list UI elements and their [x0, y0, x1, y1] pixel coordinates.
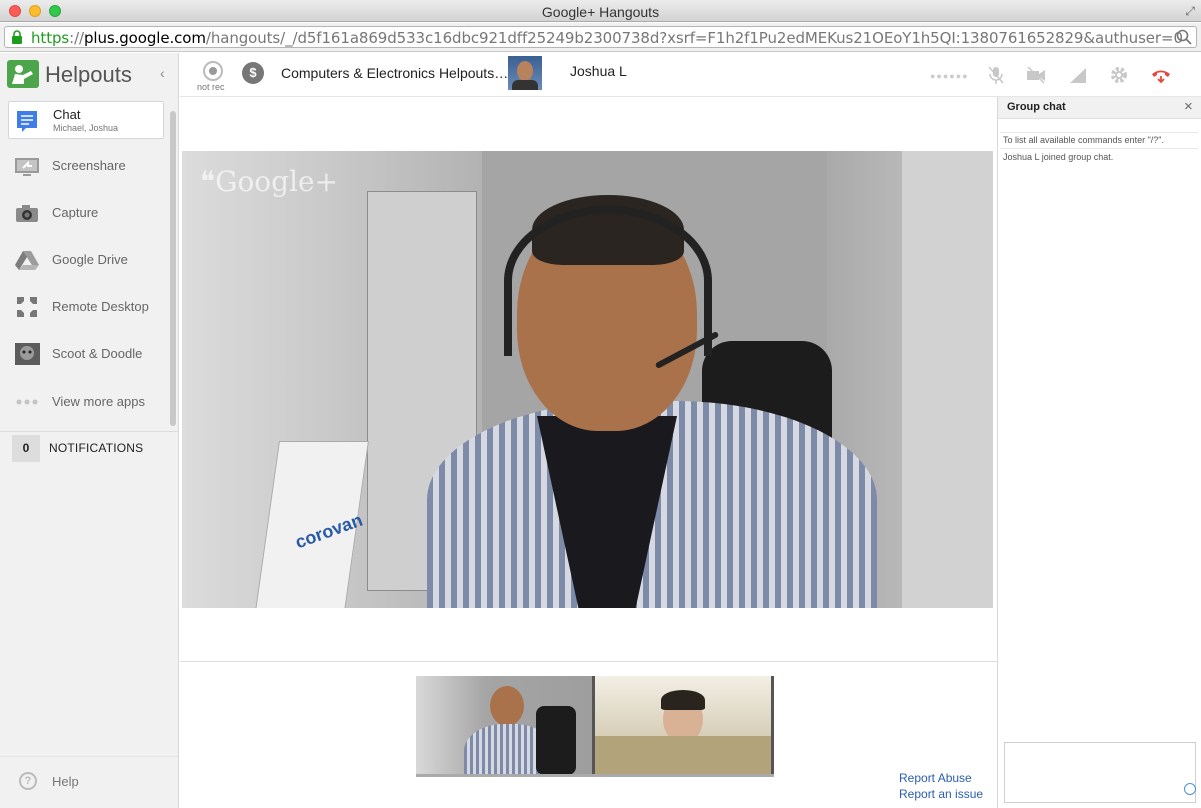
record-icon[interactable] [203, 61, 223, 81]
chat-message: Joshua L joined group chat. [1003, 152, 1114, 162]
participant-thumbnail[interactable] [416, 676, 592, 775]
search-icon[interactable] [1176, 29, 1192, 45]
participant-name: Joshua L [570, 63, 627, 79]
video-stage: corovan ❝Google+ Report Abuse Report an … [180, 97, 997, 808]
headset [504, 206, 712, 356]
message-divider [1000, 132, 1198, 133]
participant-thumbnail[interactable] [595, 676, 771, 775]
sidebar-item-label: Capture [52, 205, 99, 220]
chat-title: Group chat [1007, 101, 1066, 113]
url-scheme: https [31, 29, 70, 47]
payment-icon[interactable]: $ [242, 62, 264, 84]
hang-up-icon[interactable] [1150, 64, 1172, 86]
message-divider [1000, 148, 1198, 149]
sidebar-item-google-drive[interactable]: Google Drive [8, 241, 164, 279]
connection-dots-icon: ●●●●●● [930, 71, 969, 81]
chat-icon [17, 111, 37, 132]
chat-message: To list all available commands enter "/?… [1003, 135, 1164, 145]
fullscreen-icon[interactable]: ⤢ [1185, 4, 1195, 19]
apps-sidebar: Helpouts ‹ Chat Michael, Joshua Screensh… [0, 53, 179, 808]
filmstrip-bar [416, 774, 774, 777]
sidebar-scrollbar[interactable] [170, 111, 176, 426]
brand-name: Helpouts [45, 62, 132, 87]
thumb-face [490, 686, 524, 726]
google-drive-icon [15, 251, 39, 270]
report-issue-link[interactable]: Report an issue [899, 787, 983, 801]
url-text: https://plus.google.com/hangouts/_/d5f16… [31, 29, 1183, 47]
watermark-text: Google+ [215, 165, 339, 198]
sidebar-bottom-divider [0, 756, 179, 757]
thumb-hair [661, 690, 705, 710]
notifications-count-badge[interactable]: 0 [12, 435, 40, 462]
thumb-couch [595, 736, 771, 775]
screenshare-icon [15, 158, 39, 176]
record-status-label: not rec [197, 82, 225, 92]
help-icon[interactable]: ? [19, 772, 37, 790]
address-bar: https://plus.google.com/hangouts/_/d5f16… [0, 23, 1201, 52]
call-title: Computers & Electronics Helpouts… [281, 65, 509, 81]
main-video-feed[interactable]: corovan ❝Google+ [182, 151, 993, 608]
emoji-icon[interactable] [1184, 783, 1196, 795]
thumb-chair [536, 706, 576, 775]
close-icon[interactable]: × [1184, 98, 1193, 115]
collapse-sidebar-icon[interactable]: ‹ [160, 65, 165, 81]
bandwidth-icon[interactable] [1067, 64, 1089, 86]
help-link[interactable]: Help [52, 774, 79, 789]
notifications-label[interactable]: NOTIFICATIONS [49, 441, 143, 455]
sidebar-item-remote-desktop[interactable]: Remote Desktop [8, 288, 164, 326]
chat-header: Group chat × [998, 97, 1201, 119]
lock-icon [12, 30, 22, 44]
sidebar-item-chat[interactable]: Chat Michael, Joshua [8, 101, 164, 139]
report-abuse-link[interactable]: Report Abuse [899, 771, 972, 785]
google-plus-watermark: ❝Google+ [200, 165, 338, 198]
call-toolbar: not rec $ Computers & Electronics Helpou… [180, 53, 1201, 97]
sidebar-item-sublabel: Michael, Joshua [53, 123, 119, 133]
hangouts-quote-icon: ❝ [200, 165, 216, 198]
sidebar-item-screenshare[interactable]: Screenshare [8, 147, 164, 185]
sidebar-item-label: Google Drive [52, 252, 128, 267]
window-title: Google+ Hangouts [541, 4, 660, 20]
sidebar-item-label: Remote Desktop [52, 299, 149, 314]
scoot-doodle-icon [15, 343, 40, 365]
url-host: plus.google.com [83, 29, 206, 47]
participant-filmstrip [416, 676, 774, 777]
camera-off-icon[interactable] [1025, 64, 1047, 86]
camera-icon [16, 205, 38, 222]
sidebar-item-label: View more apps [52, 394, 145, 409]
url-field[interactable]: https://plus.google.com/hangouts/_/d5f16… [4, 26, 1197, 48]
sidebar-item-capture[interactable]: Capture [8, 194, 164, 232]
filmstrip-divider [180, 661, 997, 662]
remote-desktop-icon [17, 297, 37, 317]
sidebar-item-label: Screenshare [52, 158, 126, 173]
window-titlebar: Google+ Hangouts ⤢ [0, 0, 1201, 22]
helpouts-logo-icon [7, 60, 39, 88]
sidebar-item-label: Chat [53, 107, 81, 122]
sidebar-item-scoot-doodle[interactable]: Scoot & Doodle [8, 335, 164, 373]
chat-input[interactable] [1004, 742, 1196, 803]
gear-icon[interactable] [1108, 64, 1130, 86]
mute-mic-icon[interactable] [985, 64, 1007, 86]
cubicle-wall-right [902, 151, 993, 608]
avatar [508, 56, 542, 90]
sidebar-item-label: Scoot & Doodle [52, 346, 143, 361]
sidebar-divider [0, 431, 179, 432]
more-dots-icon [16, 399, 38, 405]
group-chat-panel: Group chat × To list all available comma… [997, 97, 1201, 808]
sidebar-item-view-more-apps[interactable]: View more apps [8, 383, 164, 421]
url-path: /hangouts/_/d5f161a869d533c16dbc921dff25… [205, 29, 1183, 47]
url-separator: :// [69, 29, 84, 47]
